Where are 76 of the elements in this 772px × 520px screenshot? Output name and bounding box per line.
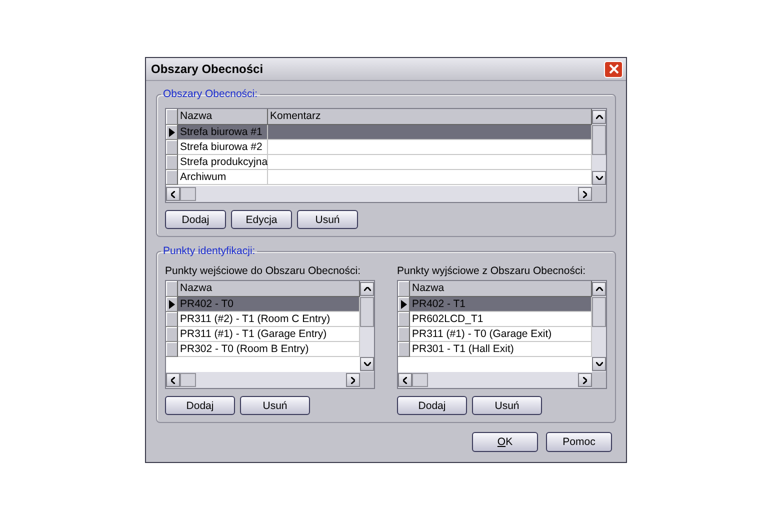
header-corner [166,109,178,125]
scroll-left-button[interactable] [398,373,412,387]
current-row-icon [400,300,406,308]
horizontal-scrollbar[interactable] [166,372,360,388]
group-legend: Obszary Obecności: [161,88,260,100]
caret-right-icon [583,376,587,384]
table-cell: Archiwum [178,170,268,185]
group-legend: Punkty identyfikacji: [161,245,258,257]
scroll-up-button[interactable] [592,110,606,124]
scroll-up-button[interactable] [360,282,374,296]
action-button[interactable]: Dodaj [165,396,235,415]
row-header[interactable] [398,297,410,312]
scrollbar-corner [592,186,606,202]
scroll-down-button[interactable] [592,357,606,371]
column-header[interactable]: Nazwa [178,109,268,125]
caret-right-icon [583,190,587,198]
header-corner [398,281,410,297]
row-header[interactable] [166,297,178,312]
close-button[interactable] [604,60,623,78]
scroll-right-button[interactable] [346,373,360,387]
action-button[interactable]: Usuń [472,396,542,415]
caret-down-icon [364,362,370,366]
caret-down-icon [596,362,602,366]
scroll-right-button[interactable] [578,187,592,201]
table-cell: Strefa biurowa #1 [178,125,268,140]
scrollbar-thumb[interactable] [180,373,196,387]
vertical-scrollbar[interactable] [592,281,606,372]
scrollbar-thumb[interactable] [180,187,196,201]
scrollbar-thumb[interactable] [592,297,606,327]
caret-left-icon [171,376,175,384]
column-header[interactable]: Nazwa [410,281,592,297]
action-button[interactable]: Dodaj [165,210,226,229]
table-cell: Strefa biurowa #2 [178,140,268,155]
list-label: Punkty wyjściowe z Obszaru Obecności: [397,265,586,277]
action-button[interactable]: Usuń [240,396,310,415]
scroll-up-button[interactable] [592,282,606,296]
table-row[interactable]: Strefa biurowa #2 [166,140,592,155]
caret-left-icon [171,190,175,198]
caret-up-icon [596,115,602,119]
close-icon [608,64,618,74]
vertical-scrollbar[interactable] [592,109,606,186]
table-row[interactable]: Strefa biurowa #1 [166,125,592,140]
dialog-button[interactable]: Pomoc [546,432,612,452]
horizontal-scrollbar[interactable] [166,186,592,202]
action-button[interactable]: Dodaj [397,396,467,415]
table-cell: Strefa produkcyjna [178,155,268,170]
vertical-scrollbar[interactable] [360,281,374,372]
action-button[interactable]: Usuń [297,210,358,229]
list-label: Punkty wejściowe do Obszaru Obecności: [165,265,362,277]
table-row[interactable]: Archiwum [166,170,592,185]
caret-right-icon [351,376,355,384]
caret-down-icon [596,176,602,180]
header-corner [166,281,178,297]
horizontal-scrollbar[interactable] [398,372,592,388]
window-title: Obszary Obecności [151,62,264,76]
scrollbar-thumb[interactable] [412,373,428,387]
action-button[interactable]: Edycja [231,210,292,229]
scrollbar-corner [592,372,606,388]
scroll-down-button[interactable] [360,357,374,371]
scrollbar-thumb[interactable] [592,125,606,155]
column-header[interactable]: Komentarz [268,109,592,125]
caret-up-icon [596,287,602,291]
current-row-icon [168,128,174,136]
scrollbar-thumb[interactable] [360,297,374,327]
caret-up-icon [364,287,370,291]
current-row-icon [168,300,174,308]
caret-left-icon [403,376,407,384]
column-header[interactable]: Nazwa [178,281,360,297]
scroll-down-button[interactable] [592,171,606,185]
scroll-right-button[interactable] [578,373,592,387]
scroll-left-button[interactable] [166,187,180,201]
scroll-left-button[interactable] [166,373,180,387]
dialog-button[interactable]: OK [472,432,538,452]
row-header[interactable] [166,125,178,140]
table-row[interactable]: Strefa produkcyjna [166,155,592,170]
scrollbar-corner [360,372,374,388]
